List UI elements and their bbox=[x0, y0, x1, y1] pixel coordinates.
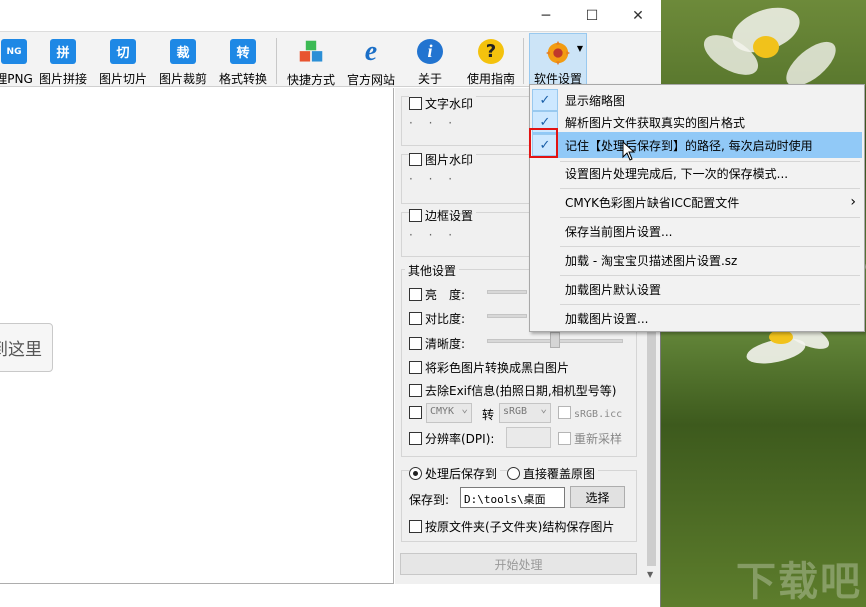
resample-checkbox[interactable]: 重新采样 bbox=[558, 430, 622, 447]
drop-target-button[interactable]: 到这里 bbox=[0, 323, 53, 372]
shortcut-cubes-icon bbox=[298, 39, 324, 65]
toolbar-separator bbox=[276, 38, 277, 84]
toolbar-item-stitch[interactable]: 拼 图片拼接 bbox=[37, 35, 89, 87]
slice-icon: 切 bbox=[110, 39, 136, 64]
settings-dropdown-menu: ✓ 显示缩略图 ✓ 解析图片文件获取真实的图片格式 ✓ 记住【处理后保存到】的路… bbox=[529, 84, 865, 332]
brightness-slider[interactable] bbox=[487, 290, 527, 294]
submenu-arrow-icon: › bbox=[850, 194, 856, 210]
maximize-button[interactable]: ☐ bbox=[569, 0, 615, 31]
gear-settings-icon bbox=[545, 40, 571, 66]
menu-item-load-taobao[interactable]: 加载 - 淘宝宝贝描述图片设置.sz bbox=[532, 247, 862, 273]
toolbar-item-shortcut[interactable]: 快捷方式 bbox=[284, 35, 338, 87]
menu-item-load-default[interactable]: 加载图片默认设置 bbox=[532, 276, 862, 302]
save-after-radio[interactable]: 处理后保存到 bbox=[409, 465, 501, 482]
cmyk-convert-checkbox[interactable] bbox=[409, 406, 425, 420]
toolbar-item-png[interactable]: NG 理PNG bbox=[0, 35, 40, 87]
info-icon: i bbox=[417, 39, 443, 64]
toolbar-item-guide[interactable]: ? 使用指南 bbox=[464, 35, 518, 87]
toolbar-item-convert[interactable]: 转 格式转换 bbox=[217, 35, 269, 87]
image-canvas[interactable]: 到这里 bbox=[0, 88, 394, 584]
sharpness-checkbox[interactable]: 清晰度: bbox=[409, 335, 465, 352]
contrast-slider[interactable] bbox=[487, 314, 527, 318]
toolbar-item-crop[interactable]: 裁 图片裁剪 bbox=[157, 35, 209, 87]
toolbar: NG 理PNG 拼 图片拼接 切 图片切片 裁 图片裁剪 转 格式转换 快捷方式… bbox=[0, 31, 661, 87]
menu-item-next-save-mode[interactable]: 设置图片处理完成后, 下一次的保存模式... bbox=[532, 160, 862, 186]
cmyk-target-select[interactable]: sRGB bbox=[499, 402, 551, 423]
image-watermark-checkbox[interactable]: 图片水印 bbox=[409, 151, 477, 168]
menu-item-save-current[interactable]: 保存当前图片设置... bbox=[532, 218, 862, 244]
scroll-down-icon[interactable]: ▼ bbox=[647, 570, 653, 579]
crop-icon: 裁 bbox=[170, 39, 196, 64]
icc-file-checkbox[interactable]: sRGB.icc bbox=[558, 406, 622, 420]
png-icon: NG bbox=[1, 39, 27, 64]
toolbar-item-settings[interactable]: 软件设置 ▼ bbox=[529, 33, 587, 87]
keep-structure-checkbox[interactable]: 按原文件夹(子文件夹)结构保存图片 bbox=[409, 518, 614, 535]
chevron-down-icon: ▼ bbox=[576, 44, 583, 53]
menu-item-cmyk-icc[interactable]: CMYK色彩图片缺省ICC配置文件 › bbox=[532, 189, 862, 215]
contrast-checkbox[interactable]: 对比度: bbox=[409, 310, 465, 327]
checkmark-icon: ✓ bbox=[532, 89, 558, 111]
toolbar-item-about[interactable]: i 关于 bbox=[404, 35, 456, 87]
toolbar-item-slice[interactable]: 切 图片切片 bbox=[97, 35, 149, 87]
toolbar-item-website[interactable]: e 官方网站 bbox=[344, 35, 398, 87]
sharpness-slider-thumb[interactable] bbox=[550, 332, 560, 348]
save-to-label: 保存到: bbox=[409, 493, 450, 507]
brightness-checkbox[interactable]: 亮 度: bbox=[409, 286, 465, 303]
text-watermark-checkbox[interactable]: 文字水印 bbox=[409, 95, 477, 112]
grayscale-checkbox[interactable]: 将彩色图片转换成黑白图片 bbox=[409, 359, 569, 376]
ie-browser-icon: e bbox=[364, 36, 378, 67]
stitch-icon: 拼 bbox=[50, 39, 76, 64]
close-button[interactable]: ✕ bbox=[615, 0, 661, 31]
menu-item-load-settings[interactable]: 加载图片设置... bbox=[532, 305, 862, 331]
highlight-annotation-box bbox=[529, 128, 558, 158]
toolbar-separator bbox=[523, 38, 524, 84]
convert-to-label: 转 bbox=[482, 408, 495, 422]
choose-folder-button[interactable]: 选择 bbox=[570, 486, 625, 508]
minimize-button[interactable]: ─ bbox=[523, 0, 569, 31]
border-settings-checkbox[interactable]: 边框设置 bbox=[409, 207, 477, 224]
title-bar: ─ ☐ ✕ bbox=[0, 0, 661, 31]
convert-icon: 转 bbox=[230, 39, 256, 64]
save-path-input[interactable]: D:\tools\桌面 bbox=[460, 487, 565, 508]
cmyk-source-select[interactable]: CMYK bbox=[426, 402, 472, 423]
resolution-checkbox[interactable]: 分辨率(DPI): bbox=[409, 430, 494, 447]
other-settings-title: 其他设置 bbox=[405, 262, 460, 279]
mouse-cursor-icon bbox=[622, 141, 636, 161]
overwrite-radio[interactable]: 直接覆盖原图 bbox=[507, 465, 599, 482]
start-processing-button[interactable]: 开始处理 bbox=[400, 553, 637, 575]
wallpaper-watermark: 下载吧 bbox=[736, 559, 862, 605]
remove-exif-checkbox[interactable]: 去除Exif信息(拍照日期,相机型号等) bbox=[409, 382, 616, 399]
menu-item-remember-save-path[interactable]: ✓ 记住【处理后保存到】的路径, 每次启动时使用 bbox=[532, 132, 862, 158]
resolution-input[interactable] bbox=[506, 427, 551, 448]
help-icon: ? bbox=[478, 39, 504, 64]
